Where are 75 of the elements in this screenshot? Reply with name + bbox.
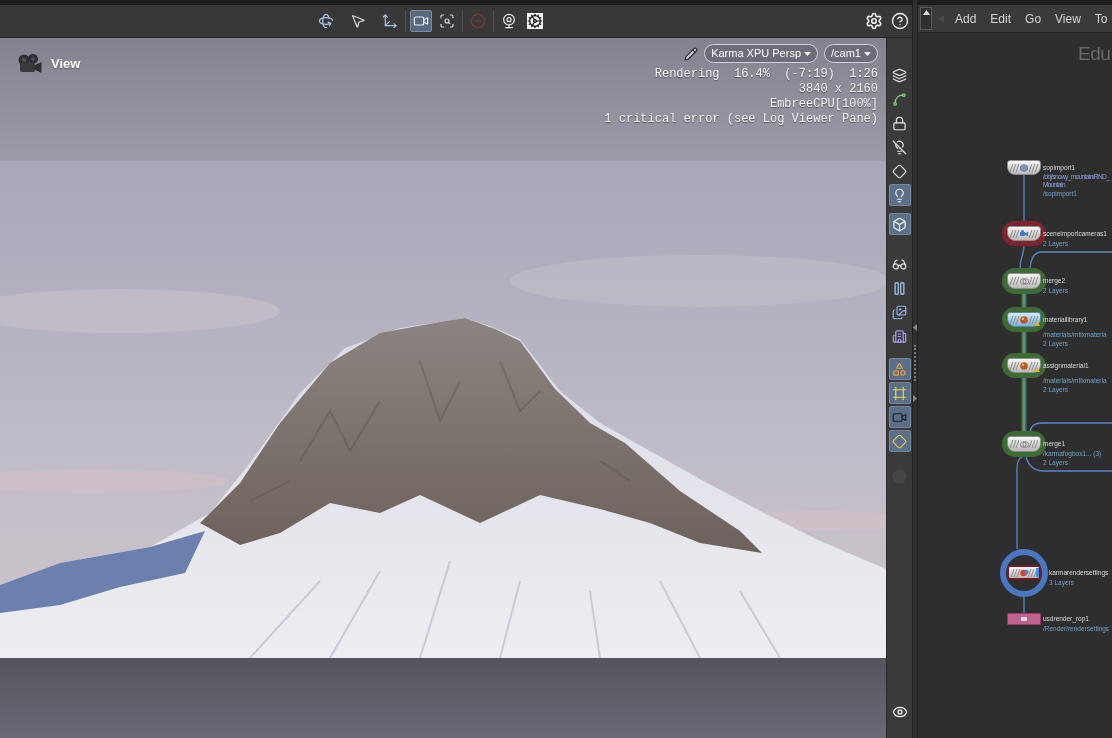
camera-icon	[1020, 230, 1028, 237]
pane-collapse-button[interactable]	[920, 7, 932, 30]
shader-ball-icon	[1020, 361, 1028, 370]
pause-icon	[892, 280, 907, 296]
display-option-button[interactable]	[888, 213, 911, 235]
grip-handle[interactable]	[914, 345, 916, 381]
diamond-icon	[892, 163, 907, 179]
lightbulb-off-icon	[892, 139, 907, 155]
layers-icon	[892, 67, 907, 83]
display-option-button[interactable]	[888, 358, 911, 380]
viewport-title: View	[51, 55, 81, 74]
video-camera-icon	[413, 13, 429, 29]
up-triangle-icon	[922, 10, 930, 15]
caret-icon	[804, 51, 812, 56]
pencil-icon[interactable]	[684, 46, 699, 61]
cube-icon	[892, 216, 907, 232]
network-node[interactable]	[1007, 613, 1041, 625]
zoom-frame-icon	[439, 13, 455, 29]
lock-icon	[892, 115, 907, 131]
network-node[interactable]	[1007, 273, 1041, 289]
settings-button[interactable]	[863, 10, 885, 32]
display-option-button[interactable]	[888, 184, 911, 206]
caret-icon	[864, 51, 871, 56]
frame-icon	[892, 385, 907, 401]
settings-icon	[865, 12, 883, 30]
network-node[interactable]	[1007, 358, 1041, 373]
help-button[interactable]	[890, 11, 910, 31]
gear-tile-icon	[527, 13, 543, 29]
shader-ball-icon	[1020, 315, 1028, 324]
merge-icon	[1019, 440, 1029, 448]
connection-wire	[1021, 331, 1027, 354]
network-node[interactable]	[1007, 226, 1041, 241]
menu-item[interactable]: Go	[1025, 11, 1042, 26]
film-camera-icon	[17, 53, 42, 75]
menu-item[interactable]: Add	[955, 11, 977, 26]
display-option-button[interactable]	[888, 382, 911, 404]
rop-icon	[1020, 616, 1028, 622]
curve-icon	[892, 91, 907, 107]
network-node[interactable]	[1007, 436, 1041, 452]
network-node[interactable]	[1007, 565, 1041, 580]
cube-icon	[1020, 163, 1028, 172]
render-icon	[1019, 568, 1029, 577]
connection-wire	[1021, 377, 1027, 432]
render-stats-text: Rendering 16.4% (-7:19) 1:26	[654, 67, 878, 82]
render-stats-text: 3840 x 2160	[798, 82, 878, 97]
collapse-arrow-icon[interactable]	[913, 324, 917, 331]
shapes-icon	[892, 361, 907, 377]
minus-circle-icon	[470, 13, 486, 29]
view-tool-button[interactable]	[524, 10, 546, 32]
connection-wire	[1019, 245, 1025, 269]
display-option-button[interactable]	[888, 430, 911, 452]
rotate-icon	[318, 13, 334, 29]
render-stats-text: EmbreeCPU[100%]	[769, 97, 878, 112]
renderer-dropdown[interactable]: Karma XPU Persp	[704, 44, 819, 63]
network-node[interactable]	[1007, 160, 1041, 175]
images-icon	[892, 304, 907, 320]
help-icon	[891, 12, 909, 30]
move-icon	[382, 13, 398, 29]
diamond-icon	[892, 433, 907, 449]
connection-wire	[1023, 596, 1025, 614]
eye-icon	[891, 704, 908, 720]
menu-item[interactable]: Edit	[990, 11, 1012, 26]
menu-item[interactable]: View	[1055, 11, 1081, 26]
camera-dropdown[interactable]: /cam1	[824, 44, 878, 63]
lightbulb-icon	[892, 187, 907, 203]
pointer-icon	[350, 13, 366, 29]
menu-item[interactable]: To	[1094, 11, 1108, 26]
expand-arrow-icon[interactable]	[913, 395, 917, 402]
edition-label: Edu	[1078, 43, 1111, 65]
webcam-icon	[501, 13, 517, 29]
render-stats-text: 1 critical error (see Log Viewer Pane)	[604, 112, 878, 127]
building-icon	[892, 328, 907, 344]
network-node[interactable]	[1007, 312, 1041, 327]
display-option-button[interactable]	[888, 406, 911, 428]
merge-icon	[1019, 277, 1029, 285]
